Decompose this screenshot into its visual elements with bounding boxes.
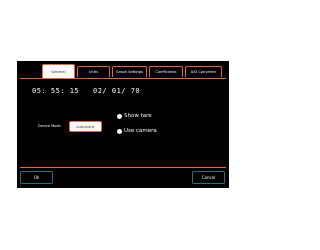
footer-divider: [20, 167, 226, 168]
ok-button[interactable]: Ok: [20, 171, 53, 184]
show-tare-radio[interactable]: [117, 113, 122, 119]
time-display: 05: 55: 15: [32, 87, 80, 95]
show-tare-label: Show tare: [124, 113, 152, 119]
device-mode-button[interactable]: Automatic: [69, 121, 102, 132]
use-camera-radio[interactable]: [117, 128, 122, 134]
show-tare-option[interactable]: Show tare: [117, 113, 152, 119]
tab-coefficients[interactable]: Coefficients: [149, 66, 183, 77]
tab-general[interactable]: General: [42, 64, 75, 78]
use-camera-label: Use camera: [124, 128, 157, 134]
tab-units[interactable]: Units: [77, 66, 110, 77]
use-camera-option[interactable]: Use camera: [117, 128, 157, 134]
tab-ad-converter[interactable]: A/D Converter: [185, 66, 222, 77]
tab-bar: General Units Graph Settings Coefficient…: [42, 64, 224, 78]
tab-graph-settings[interactable]: Graph Settings: [112, 66, 147, 77]
cancel-button[interactable]: Cancel: [192, 171, 225, 184]
device-mode-label: Device Mode: [38, 124, 61, 128]
settings-screen: General Units Graph Settings Coefficient…: [17, 61, 229, 188]
tab-underline: [20, 78, 226, 79]
date-display: 02/ 01/ 70: [93, 87, 141, 95]
